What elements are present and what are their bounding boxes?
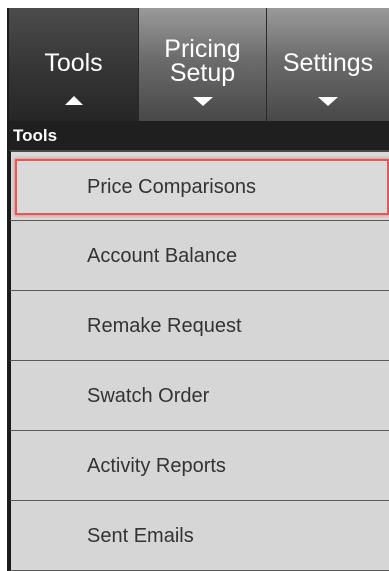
caret-down-icon (192, 97, 213, 106)
tab-pricing-setup[interactable]: Pricing Setup (139, 8, 267, 121)
tab-tools-label: Tools (44, 49, 103, 77)
tab-settings-label: Settings (282, 49, 374, 77)
tools-menu: Price Comparisons Account Balance Remake… (9, 150, 389, 571)
menu-item-price-comparisons[interactable]: Price Comparisons (9, 150, 389, 221)
section-title: Tools (9, 121, 389, 150)
menu-item-swatch-order[interactable]: Swatch Order (9, 361, 389, 431)
tab-pricing-setup-line1: Pricing (164, 35, 241, 63)
menu-item-account-balance[interactable]: Account Balance (9, 221, 389, 291)
menu-item-sent-emails[interactable]: Sent Emails (9, 501, 389, 571)
tools-panel: Tools Pricing Setup Settings Tools Price… (7, 8, 389, 571)
tab-pricing-setup-line2: Setup (169, 59, 236, 87)
tab-tools[interactable]: Tools (9, 8, 139, 121)
menu-item-remake-request[interactable]: Remake Request (9, 291, 389, 361)
menu-item-activity-reports[interactable]: Activity Reports (9, 431, 389, 501)
top-tab-bar: Tools Pricing Setup Settings (9, 8, 389, 121)
tab-settings[interactable]: Settings (267, 8, 389, 121)
tab-pricing-setup-label: Pricing Setup (139, 35, 266, 87)
caret-down-icon (318, 97, 338, 106)
caret-up-icon (64, 96, 83, 105)
